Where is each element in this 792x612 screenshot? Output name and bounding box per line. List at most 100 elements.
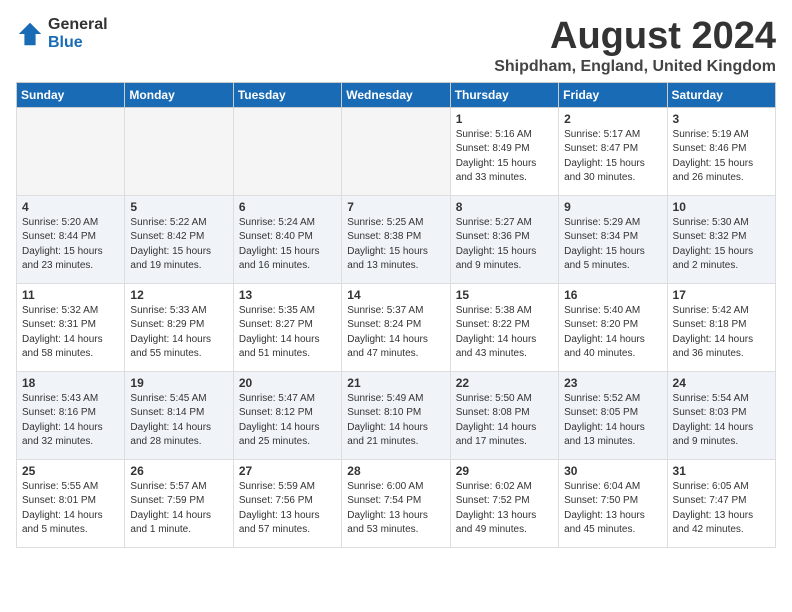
calendar-cell: 29 Sunrise: 6:02 AM Sunset: 7:52 PM Dayli… (450, 459, 558, 547)
calendar-table: SundayMondayTuesdayWednesdayThursdayFrid… (16, 82, 776, 548)
calendar-cell: 30Sunrise: 6:04 AM Sunset: 7:50 PM Dayli… (559, 459, 667, 547)
day-info: Sunrise: 5:22 AM Sunset: 8:42 PM Dayligh… (130, 216, 227, 274)
day-number: 27 (239, 464, 336, 478)
day-info: Sunrise: 5:57 AM Sunset: 7:59 PM Dayligh… (130, 480, 227, 538)
day-number: 8 (456, 200, 553, 214)
col-header-sunday: Sunday (17, 82, 125, 107)
calendar-cell: 13Sunrise: 5:35 AM Sunset: 8:27 PM Dayli… (233, 283, 341, 371)
calendar-week-row: 18Sunrise: 5:43 AM Sunset: 8:16 PM Dayli… (17, 371, 776, 459)
col-header-saturday: Saturday (667, 82, 775, 107)
day-info: Sunrise: 6:04 AM Sunset: 7:50 PM Dayligh… (564, 480, 661, 538)
calendar-cell (125, 107, 233, 195)
day-number: 26 (130, 464, 227, 478)
calendar-cell (17, 107, 125, 195)
logo-general-text: General (48, 16, 108, 34)
col-header-monday: Monday (125, 82, 233, 107)
calendar-week-row: 25 Sunrise: 5:55 AM Sunset: 8:01 PM Dayli… (17, 459, 776, 547)
day-number: 10 (673, 200, 770, 214)
day-info: Sunrise: 5:45 AM Sunset: 8:14 PM Dayligh… (130, 392, 227, 450)
calendar-cell: 6 Sunrise: 5:24 AM Sunset: 8:40 PM Daylig… (233, 195, 341, 283)
day-number: 16 (564, 288, 661, 302)
calendar-cell: 26 Sunrise: 5:57 AM Sunset: 7:59 PM Dayli… (125, 459, 233, 547)
calendar-cell: 14 Sunrise: 5:37 AM Sunset: 8:24 PM Dayli… (342, 283, 450, 371)
calendar-cell: 16 Sunrise: 5:40 AM Sunset: 8:20 PM Dayli… (559, 283, 667, 371)
day-number: 29 (456, 464, 553, 478)
day-number: 24 (673, 376, 770, 390)
day-number: 6 (239, 200, 336, 214)
day-info: Sunrise: 6:00 AM Sunset: 7:54 PM Dayligh… (347, 480, 444, 538)
calendar-cell: 21 Sunrise: 5:49 AM Sunset: 8:10 PM Dayli… (342, 371, 450, 459)
day-info: Sunrise: 5:49 AM Sunset: 8:10 PM Dayligh… (347, 392, 444, 450)
day-info: Sunrise: 6:05 AM Sunset: 7:47 PM Dayligh… (673, 480, 770, 538)
day-info: Sunrise: 5:42 AM Sunset: 8:18 PM Dayligh… (673, 304, 770, 362)
calendar-cell (342, 107, 450, 195)
calendar-cell (233, 107, 341, 195)
calendar-cell: 22 Sunrise: 5:50 AM Sunset: 8:08 PM Dayli… (450, 371, 558, 459)
day-info: Sunrise: 5:37 AM Sunset: 8:24 PM Dayligh… (347, 304, 444, 362)
day-info: Sunrise: 5:38 AM Sunset: 8:22 PM Dayligh… (456, 304, 553, 362)
col-header-wednesday: Wednesday (342, 82, 450, 107)
calendar-cell: 11 Sunrise: 5:32 AM Sunset: 8:31 PM Dayli… (17, 283, 125, 371)
calendar-cell: 19 Sunrise: 5:45 AM Sunset: 8:14 PM Dayli… (125, 371, 233, 459)
calendar-cell: 2Sunrise: 5:17 AM Sunset: 8:47 PM Daylig… (559, 107, 667, 195)
calendar-cell: 15 Sunrise: 5:38 AM Sunset: 8:22 PM Dayli… (450, 283, 558, 371)
day-info: Sunrise: 5:29 AM Sunset: 8:34 PM Dayligh… (564, 216, 661, 274)
month-title: August 2024 (494, 16, 776, 58)
day-number: 21 (347, 376, 444, 390)
day-info: Sunrise: 5:19 AM Sunset: 8:46 PM Dayligh… (673, 128, 770, 186)
day-info: Sunrise: 5:32 AM Sunset: 8:31 PM Dayligh… (22, 304, 119, 362)
calendar-cell: 4Sunrise: 5:20 AM Sunset: 8:44 PM Daylig… (17, 195, 125, 283)
day-info: Sunrise: 5:59 AM Sunset: 7:56 PM Dayligh… (239, 480, 336, 538)
calendar-cell: 5 Sunrise: 5:22 AM Sunset: 8:42 PM Daylig… (125, 195, 233, 283)
day-info: Sunrise: 5:35 AM Sunset: 8:27 PM Dayligh… (239, 304, 336, 362)
day-number: 9 (564, 200, 661, 214)
day-info: Sunrise: 5:52 AM Sunset: 8:05 PM Dayligh… (564, 392, 661, 450)
day-number: 11 (22, 288, 119, 302)
calendar-cell: 18Sunrise: 5:43 AM Sunset: 8:16 PM Dayli… (17, 371, 125, 459)
page-header: General Blue August 2024 Shipdham, Engla… (16, 16, 776, 76)
day-number: 14 (347, 288, 444, 302)
title-area: August 2024 Shipdham, England, United Ki… (494, 16, 776, 76)
calendar-week-row: 4Sunrise: 5:20 AM Sunset: 8:44 PM Daylig… (17, 195, 776, 283)
day-info: Sunrise: 6:02 AM Sunset: 7:52 PM Dayligh… (456, 480, 553, 538)
day-info: Sunrise: 5:24 AM Sunset: 8:40 PM Dayligh… (239, 216, 336, 274)
day-info: Sunrise: 5:54 AM Sunset: 8:03 PM Dayligh… (673, 392, 770, 450)
calendar-cell: 23Sunrise: 5:52 AM Sunset: 8:05 PM Dayli… (559, 371, 667, 459)
calendar-cell: 3 Sunrise: 5:19 AM Sunset: 8:46 PM Daylig… (667, 107, 775, 195)
day-number: 20 (239, 376, 336, 390)
calendar-week-row: 11 Sunrise: 5:32 AM Sunset: 8:31 PM Dayli… (17, 283, 776, 371)
calendar-cell: 12Sunrise: 5:33 AM Sunset: 8:29 PM Dayli… (125, 283, 233, 371)
calendar-header-row: SundayMondayTuesdayWednesdayThursdayFrid… (17, 82, 776, 107)
calendar-week-row: 1 Sunrise: 5:16 AM Sunset: 8:49 PM Daylig… (17, 107, 776, 195)
location-title: Shipdham, England, United Kingdom (494, 58, 776, 76)
calendar-cell: 25 Sunrise: 5:55 AM Sunset: 8:01 PM Dayli… (17, 459, 125, 547)
logo: General Blue (16, 16, 108, 51)
day-info: Sunrise: 5:17 AM Sunset: 8:47 PM Dayligh… (564, 128, 661, 186)
day-number: 3 (673, 112, 770, 126)
col-header-thursday: Thursday (450, 82, 558, 107)
day-info: Sunrise: 5:33 AM Sunset: 8:29 PM Dayligh… (130, 304, 227, 362)
day-info: Sunrise: 5:50 AM Sunset: 8:08 PM Dayligh… (456, 392, 553, 450)
day-info: Sunrise: 5:47 AM Sunset: 8:12 PM Dayligh… (239, 392, 336, 450)
day-number: 1 (456, 112, 553, 126)
calendar-cell: 28Sunrise: 6:00 AM Sunset: 7:54 PM Dayli… (342, 459, 450, 547)
day-info: Sunrise: 5:27 AM Sunset: 8:36 PM Dayligh… (456, 216, 553, 274)
day-number: 19 (130, 376, 227, 390)
calendar-cell: 31Sunrise: 6:05 AM Sunset: 7:47 PM Dayli… (667, 459, 775, 547)
day-info: Sunrise: 5:16 AM Sunset: 8:49 PM Dayligh… (456, 128, 553, 186)
day-number: 5 (130, 200, 227, 214)
day-info: Sunrise: 5:55 AM Sunset: 8:01 PM Dayligh… (22, 480, 119, 538)
day-number: 7 (347, 200, 444, 214)
day-number: 25 (22, 464, 119, 478)
col-header-tuesday: Tuesday (233, 82, 341, 107)
day-info: Sunrise: 5:30 AM Sunset: 8:32 PM Dayligh… (673, 216, 770, 274)
day-number: 22 (456, 376, 553, 390)
logo-icon (16, 20, 44, 48)
calendar-cell: 24 Sunrise: 5:54 AM Sunset: 8:03 PM Dayli… (667, 371, 775, 459)
calendar-cell: 17 Sunrise: 5:42 AM Sunset: 8:18 PM Dayli… (667, 283, 775, 371)
day-number: 15 (456, 288, 553, 302)
calendar-cell: 10 Sunrise: 5:30 AM Sunset: 8:32 PM Dayli… (667, 195, 775, 283)
day-number: 17 (673, 288, 770, 302)
day-info: Sunrise: 5:40 AM Sunset: 8:20 PM Dayligh… (564, 304, 661, 362)
day-info: Sunrise: 5:43 AM Sunset: 8:16 PM Dayligh… (22, 392, 119, 450)
